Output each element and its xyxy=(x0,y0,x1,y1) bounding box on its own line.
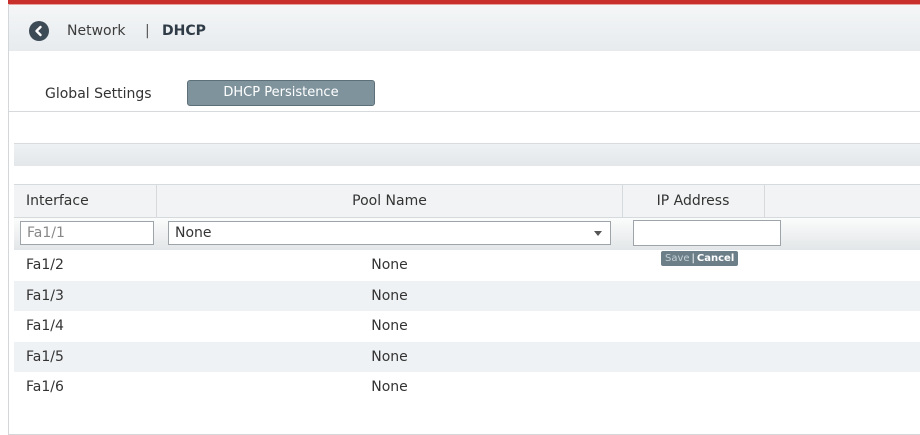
pool-name-selected-value: None xyxy=(175,225,212,241)
pool-name-cell: None xyxy=(371,257,408,273)
pool-name-cell: None xyxy=(371,379,408,395)
interface-cell: Fa1/6 xyxy=(26,379,64,395)
breadcrumb-network-link[interactable]: Network xyxy=(67,21,125,41)
dropdown-arrow-icon xyxy=(594,231,602,236)
pool-name-cell: None xyxy=(371,287,408,304)
interface-field[interactable]: Fa1/1 xyxy=(20,221,154,245)
column-header-ip-address[interactable]: IP Address xyxy=(622,185,764,217)
interface-cell: Fa1/5 xyxy=(26,348,64,365)
save-cancel-group: Save | Cancel xyxy=(661,251,739,266)
interface-cell: Fa1/3 xyxy=(26,287,64,304)
tab-dhcp-persistence[interactable]: DHCP Persistence xyxy=(187,80,375,106)
tabs-divider xyxy=(9,111,920,112)
table-row[interactable]: Fa1/3 None xyxy=(14,280,920,311)
pool-name-select[interactable]: None xyxy=(168,221,611,245)
interface-cell: Fa1/4 xyxy=(26,318,64,334)
table-row[interactable]: Fa1/2 None xyxy=(14,250,920,281)
breadcrumb-separator: | xyxy=(145,23,150,39)
pool-name-cell: None xyxy=(371,318,408,334)
table-row-editing: Fa1/1 None xyxy=(14,218,920,250)
interface-cell: Fa1/2 xyxy=(26,257,64,273)
interface-pool-table: Interface Pool Name IP Address Fa1/1 Non… xyxy=(14,184,920,403)
save-button[interactable]: Save xyxy=(665,253,690,264)
action-separator: | xyxy=(691,253,695,264)
ip-address-input[interactable] xyxy=(633,220,781,246)
table-row[interactable]: Fa1/4 None xyxy=(14,311,920,342)
breadcrumb: Network | DHCP xyxy=(9,5,920,51)
column-header-pool-name[interactable]: Pool Name xyxy=(157,185,622,217)
table-header: Interface Pool Name IP Address xyxy=(14,184,920,218)
cancel-button[interactable]: Cancel xyxy=(697,253,734,264)
column-header-interface[interactable]: Interface xyxy=(26,185,89,217)
pool-name-cell: None xyxy=(371,348,408,365)
chevron-left-icon xyxy=(35,25,42,37)
table-row[interactable]: Fa1/5 None xyxy=(14,341,920,372)
back-button[interactable] xyxy=(29,21,49,41)
toolbar-bar xyxy=(14,143,920,166)
table-row[interactable]: Fa1/6 None xyxy=(14,372,920,403)
page-title: DHCP xyxy=(162,23,206,39)
tab-global-settings[interactable]: Global Settings xyxy=(45,85,152,103)
column-divider xyxy=(764,185,765,217)
